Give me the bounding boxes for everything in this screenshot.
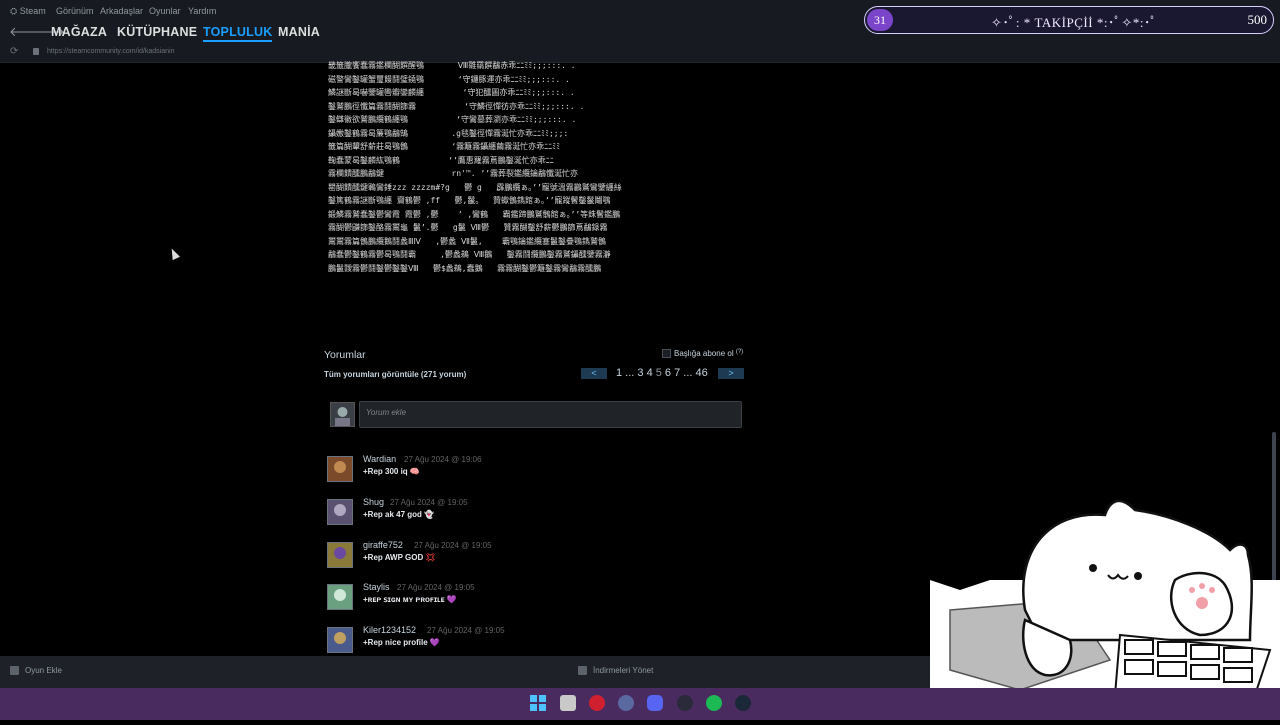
comment-item: giraffe752 27 Ağu 2024 @ 19:05 +Rep AWP …	[327, 540, 767, 570]
plus-icon	[10, 666, 19, 676]
lock-icon	[33, 48, 39, 55]
comment-item: Kiler1234152 27 Ağu 2024 @ 19:05 +Rep ni…	[327, 625, 767, 655]
manage-downloads-button[interactable]: İndirmeleri Yönet	[578, 666, 654, 676]
bongo-cat-overlay	[930, 490, 1280, 720]
subscribe-thread[interactable]: Başlığa abone ol (?)	[662, 349, 743, 359]
comment-text: +Rep AWP GOD 💢	[363, 553, 436, 562]
comment-avatar[interactable]	[327, 542, 353, 568]
mouse-cursor-icon	[168, 246, 180, 261]
comment-item: Wardian 27 Ağu 2024 @ 19:06 +Rep 300 iq …	[327, 454, 767, 484]
menu-games[interactable]: Oyunlar	[149, 6, 181, 16]
profile-ascii-art: 畿籤朧饗蠢霧鑑欄醐饌醒鶚 Ⅷ雛羂饌鷸赤乖ﾆﾆﾐﾐ;;;:::. . 磁警鸞鑿罐蟹…	[328, 61, 622, 273]
comment-author[interactable]: giraffe752	[363, 540, 403, 550]
tab-store[interactable]: MAĞAZA	[51, 25, 107, 39]
comment-item: Staylis 27 Ağu 2024 @ 19:05 +ʀᴇᴘ ꜱɪɢɴ ᴍʏ…	[327, 582, 767, 612]
steam-bottom-bar: Oyun Ekle İndirmeleri Yönet	[0, 656, 930, 688]
comment-timestamp: 27 Ağu 2024 @ 19:06	[404, 455, 482, 464]
my-avatar	[330, 402, 355, 427]
spotify-icon[interactable]	[706, 695, 722, 711]
comment-timestamp: 27 Ağu 2024 @ 19:05	[427, 626, 505, 635]
steam-icon[interactable]	[735, 695, 751, 711]
discord-icon[interactable]	[647, 695, 663, 711]
comment-timestamp: 27 Ağu 2024 @ 19:05	[414, 541, 492, 550]
comment-avatar[interactable]	[327, 584, 353, 610]
subscribe-checkbox[interactable]	[662, 349, 671, 359]
opera-icon[interactable]	[589, 695, 605, 711]
tab-mania[interactable]: MANİA	[278, 25, 320, 39]
comment-text: +ʀᴇᴘ ꜱɪɢɴ ᴍʏ ᴘʀᴏꜰɪʟᴇ 💜	[363, 595, 457, 604]
comment-avatar[interactable]	[327, 456, 353, 482]
comment-avatar[interactable]	[327, 499, 353, 525]
comment-text: +Rep ak 47 god 👻	[363, 510, 435, 519]
follower-goal-target: 500	[1247, 12, 1268, 27]
comment-timestamp: 27 Ağu 2024 @ 19:05	[397, 583, 475, 592]
add-comment-input[interactable]: Yorum ekle	[359, 401, 742, 428]
add-game-button[interactable]: Oyun Ekle	[10, 666, 62, 676]
comment-avatar[interactable]	[327, 627, 353, 653]
comment-text: +Rep 300 iq 🧠	[363, 467, 420, 476]
follower-count-badge: 31	[867, 9, 893, 31]
comment-author[interactable]: Staylis	[363, 582, 390, 592]
tab-library[interactable]: KÜTÜPHANE	[117, 25, 197, 39]
menu-help[interactable]: Yardım	[188, 6, 216, 16]
subscribe-label: Başlığa abone ol	[674, 349, 734, 358]
windows-start-icon[interactable]	[530, 695, 546, 711]
help-icon[interactable]: (?)	[736, 349, 743, 355]
comment-author[interactable]: Wardian	[363, 454, 396, 464]
tab-community[interactable]: TOPLULUK	[203, 25, 273, 42]
prev-page-button[interactable]: <	[581, 368, 607, 379]
steam-menu[interactable]: ⛭ Steam	[10, 6, 46, 17]
file-explorer-icon[interactable]	[560, 695, 576, 711]
add-game-label: Oyun Ekle	[25, 666, 62, 675]
windows-taskbar	[0, 688, 1280, 720]
comments-title: Yorumlar	[324, 349, 366, 361]
url-text[interactable]: https://steamcommunity.com/id/kadsianin	[47, 48, 174, 55]
comment-author[interactable]: Shug	[363, 497, 384, 507]
page-numbers[interactable]: 1 ... 3 4 5 6 7 ... 46	[616, 367, 708, 379]
pages-before[interactable]: 1 ... 3 4	[616, 367, 656, 379]
steam-alt-icon[interactable]	[677, 695, 693, 711]
add-comment-placeholder: Yorum ekle	[366, 408, 407, 417]
download-icon	[578, 666, 587, 676]
menu-view[interactable]: Görünüm	[56, 6, 94, 16]
menu-friends[interactable]: Arkadaşlar	[100, 6, 143, 16]
follower-goal-overlay: 31 ✧･ﾟ: * TAKİPÇİİ *:･ﾟ✧*:･ﾟ 500	[864, 6, 1274, 34]
next-page-button[interactable]: >	[718, 368, 744, 379]
view-all-comments-link[interactable]: Tüm yorumları görüntüle (271 yorum)	[324, 370, 466, 379]
comment-item: Shug 27 Ağu 2024 @ 19:05 +Rep ak 47 god …	[327, 497, 767, 527]
refresh-icon[interactable]: ⟳	[10, 46, 18, 57]
pages-after[interactable]: 6 7 ... 46	[662, 367, 708, 379]
comment-timestamp: 27 Ağu 2024 @ 19:05	[390, 498, 468, 507]
comment-text: +Rep nice profile 💜	[363, 638, 440, 647]
steam-menu-label: Steam	[19, 6, 46, 16]
url-bar: ⟳ https://steamcommunity.com/id/kadsiani…	[0, 44, 1280, 63]
follower-goal-label: ✧･ﾟ: * TAKİPÇİİ *:･ﾟ✧*:･ﾟ	[991, 15, 1158, 30]
manage-downloads-label: İndirmeleri Yönet	[593, 666, 654, 675]
discord-alt-icon[interactable]	[618, 695, 634, 711]
comment-author[interactable]: Kiler1234152	[363, 625, 416, 635]
